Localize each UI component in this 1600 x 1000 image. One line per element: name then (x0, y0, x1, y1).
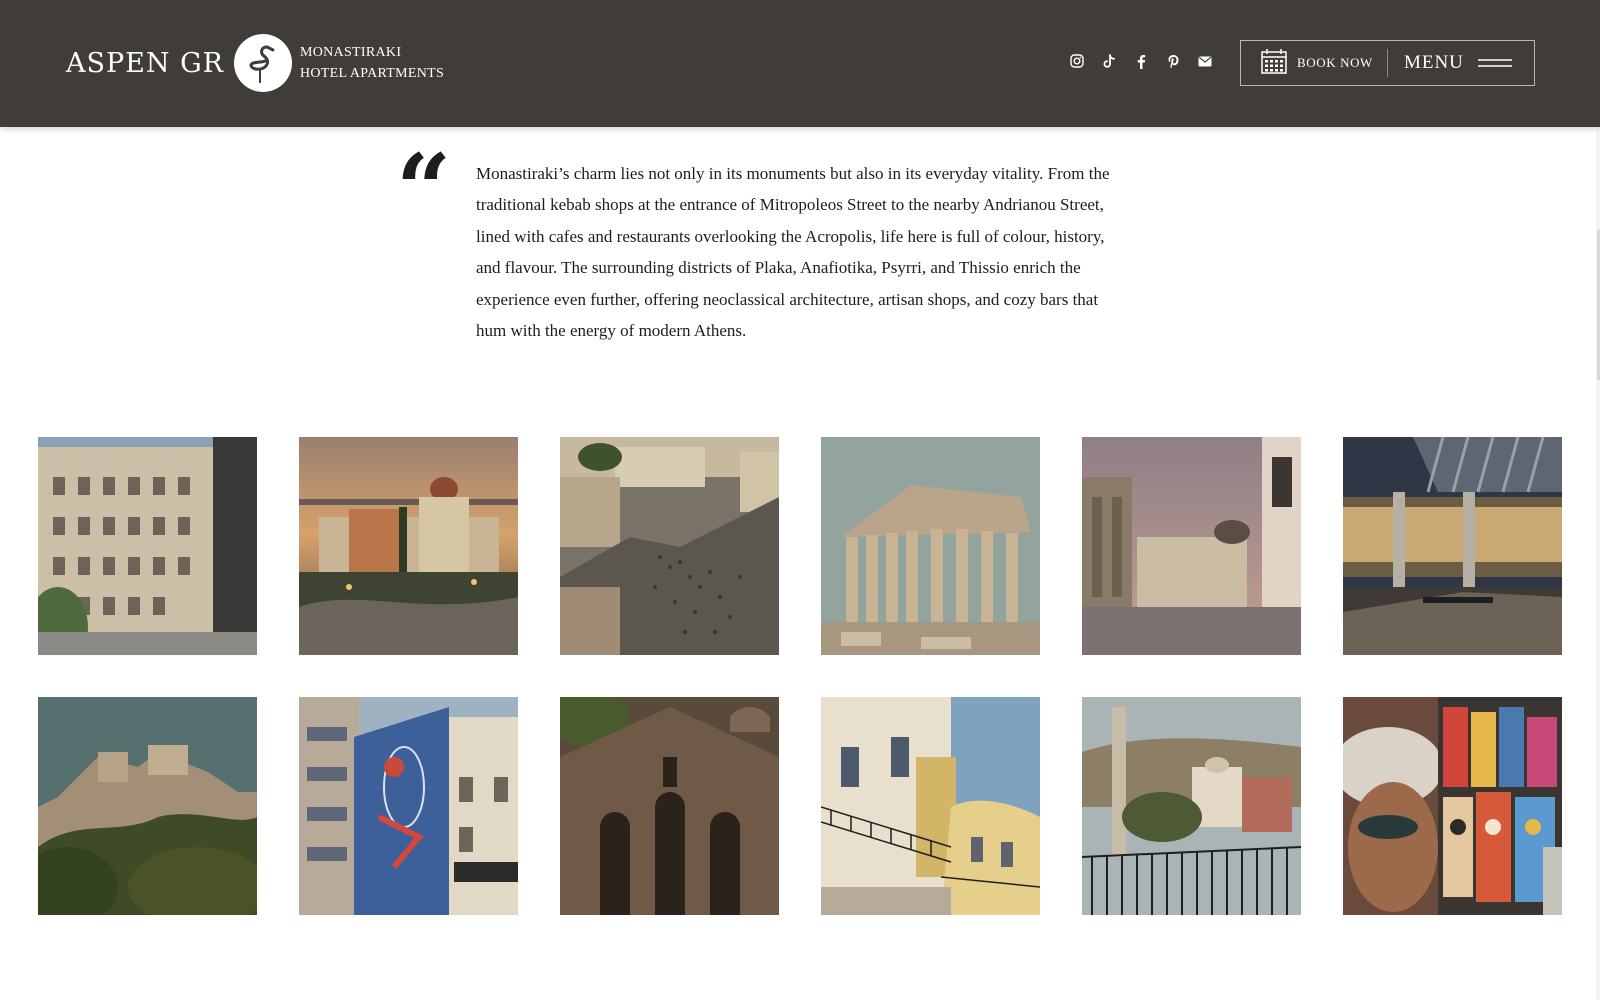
book-now-button[interactable]: BOOK NOW (1241, 41, 1387, 85)
menu-button[interactable]: MENU (1388, 41, 1512, 85)
header-actions: BOOK NOW MENU (1240, 40, 1535, 86)
facebook-icon[interactable] (1132, 52, 1150, 70)
gallery-photo-acropolis-museum[interactable] (1343, 437, 1562, 655)
gallery-photo-byzantine-church[interactable] (560, 697, 779, 915)
quote-mark-icon: “ (396, 133, 452, 246)
tiktok-icon[interactable] (1100, 52, 1118, 70)
gallery-photo-neoclassical-building[interactable] (38, 437, 257, 655)
brand-line-1: MONASTIRAKI (299, 45, 402, 60)
brand-logo[interactable]: ASPEN GR MONASTIRAKI HOTEL APARTMENTS (66, 33, 444, 93)
gallery-photo-ancient-column[interactable] (1082, 697, 1301, 915)
gallery-photo-monastiraki-square[interactable] (560, 437, 779, 655)
menu-label: MENU (1403, 52, 1464, 73)
email-icon[interactable] (1196, 52, 1214, 70)
flamingo-emblem-icon (233, 34, 292, 92)
social-links (1068, 52, 1214, 70)
gallery-photo-roman-agora-street[interactable] (1082, 437, 1301, 655)
instagram-icon[interactable] (1068, 52, 1086, 70)
gallery-photo-street-mural[interactable] (299, 697, 518, 915)
site-header: ASPEN GR MONASTIRAKI HOTEL APARTMENTS BO… (0, 0, 1600, 127)
brand-line-2: HOTEL APARTMENTS (299, 66, 445, 81)
gallery-photo-graffiti-art[interactable] (1343, 697, 1562, 915)
pinterest-icon[interactable] (1164, 52, 1182, 70)
gallery-photo-sunset-church[interactable] (299, 437, 518, 655)
gallery-photo-yellow-balconies[interactable] (821, 697, 1040, 915)
quote-text: Monastiraki’s charm lies not only in its… (476, 164, 1110, 341)
hamburger-icon (1477, 54, 1512, 73)
brand-subtitle: MONASTIRAKI HOTEL APARTMENTS (300, 42, 444, 84)
gallery-photo-parthenon[interactable] (821, 437, 1040, 655)
book-now-label: BOOK NOW (1297, 55, 1373, 70)
gallery-photo-acropolis-hill[interactable] (38, 697, 257, 915)
photo-gallery (38, 437, 1562, 915)
brand-name: ASPEN GR (66, 47, 224, 79)
calendar-icon (1261, 48, 1287, 78)
